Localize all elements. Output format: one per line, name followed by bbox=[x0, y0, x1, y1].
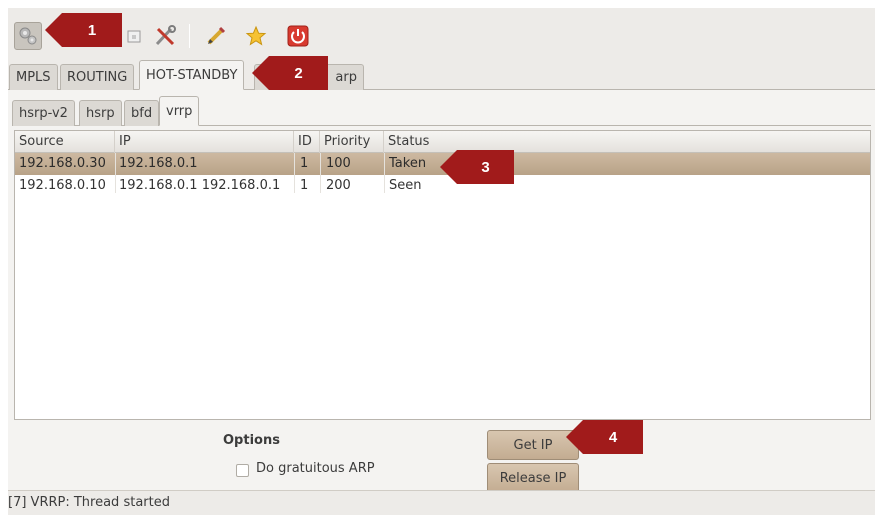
gratuitous-arp-checkbox[interactable] bbox=[236, 464, 249, 477]
cell-ip: 192.168.0.1 bbox=[119, 156, 198, 171]
options-title: Options bbox=[223, 433, 280, 448]
column-divider bbox=[115, 153, 116, 193]
cell-status: Taken bbox=[389, 156, 427, 171]
status-bar: [7] VRRP: Thread started bbox=[8, 490, 875, 515]
callout-marker-4: 4 bbox=[566, 420, 643, 454]
tools-icon[interactable] bbox=[151, 22, 179, 50]
settings-gears-icon[interactable] bbox=[14, 22, 42, 50]
tab-hsrp-v2[interactable]: hsrp-v2 bbox=[12, 100, 75, 126]
cell-ip: 192.168.0.1 192.168.0.1 bbox=[119, 178, 281, 193]
column-divider bbox=[320, 153, 321, 193]
toolbar bbox=[8, 8, 875, 60]
status-text: [7] VRRP: Thread started bbox=[8, 495, 170, 510]
app-window: MPLS ROUTING HOT-STANDBY arp hsrp-v2 hsr… bbox=[8, 8, 875, 515]
column-id[interactable]: ID bbox=[294, 131, 320, 153]
tab-hsrp[interactable]: hsrp bbox=[79, 100, 122, 126]
cell-id: 1 bbox=[300, 156, 309, 171]
column-ip[interactable]: IP bbox=[115, 131, 294, 153]
release-ip-button[interactable]: Release IP bbox=[487, 463, 579, 493]
cell-id: 1 bbox=[300, 178, 309, 193]
tab-mpls[interactable]: MPLS bbox=[9, 64, 58, 90]
cell-source: 192.168.0.10 bbox=[19, 178, 106, 193]
tab-hot-standby[interactable]: HOT-STANDBY bbox=[139, 60, 245, 90]
toolbar-separator bbox=[189, 24, 190, 48]
column-priority[interactable]: Priority bbox=[320, 131, 384, 153]
tab-vrrp[interactable]: vrrp bbox=[159, 96, 200, 126]
gratuitous-arp-label[interactable]: Do gratuitous ARP bbox=[256, 461, 375, 476]
cell-status: Seen bbox=[389, 178, 422, 193]
cell-priority: 200 bbox=[326, 178, 351, 193]
protocol-tabbar: hsrp-v2 hsrp bfd vrrp bbox=[12, 96, 871, 126]
column-divider bbox=[294, 153, 295, 193]
power-icon[interactable] bbox=[284, 22, 312, 50]
callout-marker-3: 3 bbox=[440, 150, 514, 184]
pencil-icon[interactable] bbox=[202, 22, 230, 50]
star-icon[interactable] bbox=[242, 22, 270, 50]
cell-source: 192.168.0.30 bbox=[19, 156, 106, 171]
callout-marker-1: 1 bbox=[45, 13, 122, 47]
window-icon[interactable] bbox=[120, 22, 148, 50]
main-tabbar: MPLS ROUTING HOT-STANDBY arp bbox=[8, 60, 875, 90]
tab-bfd[interactable]: bfd bbox=[124, 100, 160, 126]
tab-routing[interactable]: ROUTING bbox=[60, 64, 135, 90]
callout-marker-2: 2 bbox=[252, 56, 328, 90]
column-source[interactable]: Source bbox=[15, 131, 115, 153]
column-divider bbox=[384, 153, 385, 193]
cell-priority: 100 bbox=[326, 156, 351, 171]
